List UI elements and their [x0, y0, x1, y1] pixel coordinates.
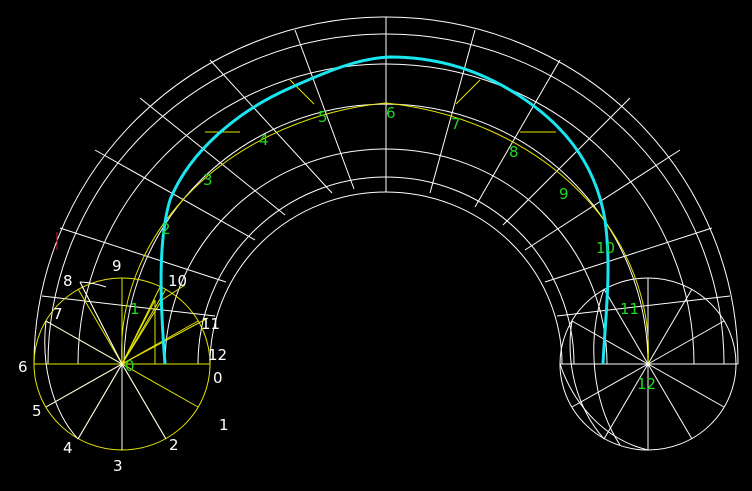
division-label-0: 0: [213, 369, 223, 387]
left-circle-spokes: [44, 281, 167, 450]
division-label-11: 11: [201, 315, 220, 333]
helix-development-drawing: 0 1 2 3 4 5 6 7 8 9 10 11 12 0 1 2 3 4 5…: [18, 16, 739, 475]
division-label-10: 10: [168, 272, 187, 290]
helix-label-0: 0: [125, 357, 135, 375]
division-label-12: 12: [208, 346, 227, 364]
helix-label-3: 3: [203, 171, 213, 189]
grid-radial-line: [474, 59, 561, 208]
division-label-2: 2: [169, 436, 179, 454]
grid-arc-6: [197, 176, 575, 365]
helix-label-7: 7: [451, 115, 461, 133]
helix-label-10: 10: [596, 239, 615, 257]
left-reference-circle: [33, 79, 649, 451]
division-label-9: 9: [112, 257, 122, 275]
helix-label-9: 9: [559, 185, 569, 203]
division-label-5: 5: [32, 402, 42, 420]
helix-label-11: 11: [620, 300, 639, 318]
helix-label-6: 6: [386, 104, 396, 122]
helix-label-8: 8: [509, 143, 519, 161]
division-label-1: 1: [219, 416, 229, 434]
helix-label-5: 5: [318, 108, 328, 126]
grid-radial-line: [59, 227, 227, 283]
helix-label-2: 2: [161, 220, 171, 238]
division-label-4: 4: [63, 439, 73, 457]
division-label-6: 6: [18, 358, 28, 376]
grid-radial-line: [502, 97, 631, 226]
division-label-7: 7: [53, 305, 63, 323]
grid-radial-line: [544, 227, 713, 283]
helix-label-4: 4: [259, 131, 269, 149]
division-label-8: 8: [63, 272, 73, 290]
helix-label-1: 1: [130, 300, 140, 318]
grid-radial-line: [94, 149, 256, 241]
grid-radial-line: [429, 29, 476, 194]
division-label-3: 3: [113, 457, 123, 475]
helix-label-12: 12: [637, 375, 656, 393]
grid-arc-inner: [209, 191, 563, 365]
